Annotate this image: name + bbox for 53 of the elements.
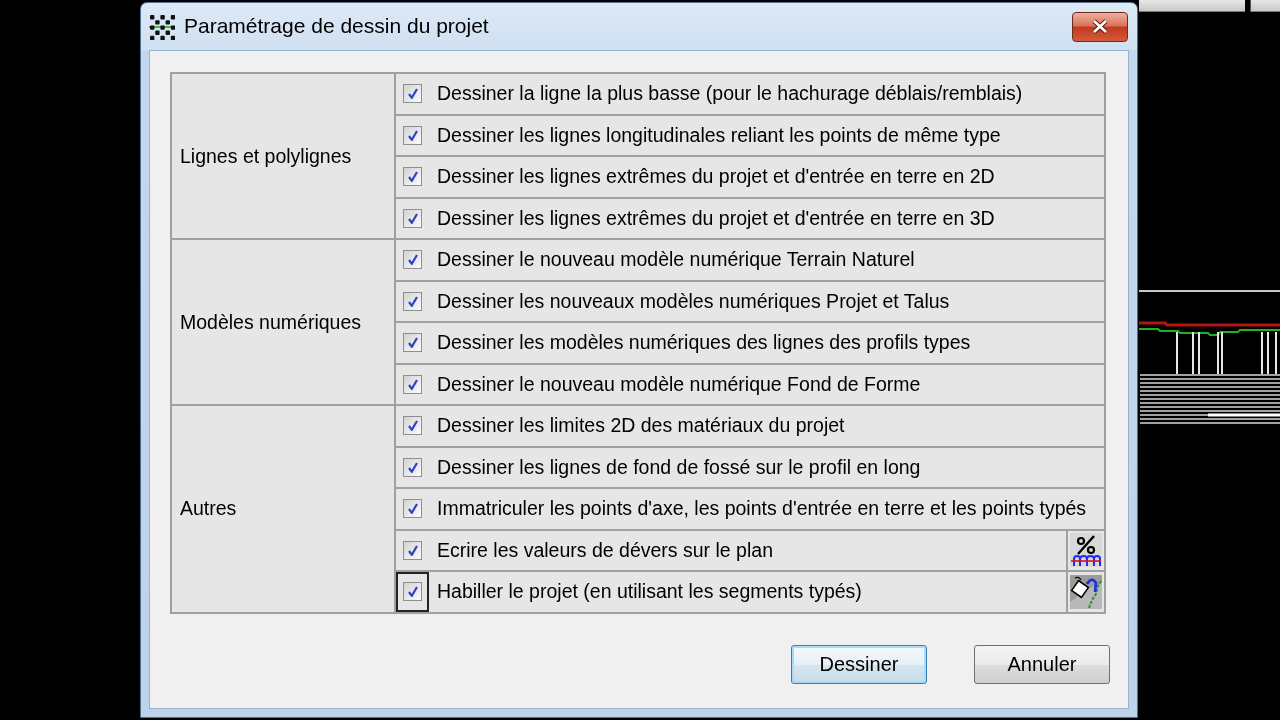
checkbox[interactable] <box>403 208 422 228</box>
checkbox[interactable] <box>403 125 422 145</box>
group-label: Lignes et polylignes <box>180 144 352 168</box>
dialog-button[interactable]: Dessiner <box>791 644 927 684</box>
option-label: Dessiner les lignes de fond de fossé sur le profil en long <box>437 455 921 479</box>
percent-icon <box>1070 533 1102 568</box>
check-icon <box>407 337 418 349</box>
check-icon <box>407 420 418 432</box>
checkbox[interactable] <box>403 582 422 602</box>
check-icon <box>407 88 418 100</box>
option-label: Immatriculer les points d'axe, les points d'entrée en terre et les points typés <box>437 497 1087 521</box>
checkbox[interactable] <box>403 457 422 477</box>
option-label: Dessiner les lignes extrêmes du projet et d'entrée en terre en 3D <box>437 206 995 230</box>
checkbox[interactable] <box>403 333 422 353</box>
checkbox[interactable] <box>403 540 422 560</box>
window-title: Paramétrage de dessin du projet <box>184 13 489 38</box>
option-label: Dessiner les nouveaux modèles numériques Projet et Talus <box>437 289 950 313</box>
checkbox[interactable] <box>403 291 422 311</box>
paint-bucket-icon <box>1070 574 1102 609</box>
check-icon <box>407 171 418 183</box>
check-icon <box>407 378 418 390</box>
tool-button[interactable] <box>1070 533 1102 568</box>
checkbox[interactable] <box>403 84 422 104</box>
option-label: Dessiner le nouveau modèle numérique Fond de Forme <box>437 372 921 396</box>
dialog-button[interactable]: Annuler <box>974 644 1110 684</box>
checkbox[interactable] <box>403 250 422 270</box>
checkbox[interactable] <box>403 167 422 187</box>
check-icon <box>407 586 418 598</box>
check-icon <box>407 503 418 515</box>
checkbox[interactable] <box>403 416 422 436</box>
option-label: Dessiner la ligne la plus basse (pour le hachurage déblais/remblais) <box>437 82 1023 106</box>
close-button[interactable] <box>1072 11 1128 42</box>
dot-grid-icon <box>149 13 175 40</box>
check-icon <box>407 254 418 266</box>
checkbox[interactable] <box>403 374 422 394</box>
check-icon <box>407 295 418 307</box>
option-label: Dessiner les modèles numériques des lignes des profils types <box>437 331 971 355</box>
group-label: Modèles numériques <box>180 310 361 334</box>
option-label: Ecrire les valeurs de dévers sur le plan <box>437 538 773 562</box>
close-icon <box>1091 19 1109 34</box>
check-icon <box>407 544 418 556</box>
check-icon <box>407 129 418 141</box>
option-label: Dessiner les limites 2D des matériaux du projet <box>437 414 845 438</box>
option-label: Dessiner le nouveau modèle numérique Terrain Naturel <box>437 248 915 272</box>
checkbox[interactable] <box>403 499 422 519</box>
option-label: Dessiner les lignes longitudinales reliant les points de même type <box>437 123 1001 147</box>
option-label: Habiller le projet (en utilisant les segments typés) <box>437 580 862 604</box>
tool-button[interactable] <box>1070 574 1102 609</box>
window-edge <box>1250 0 1280 12</box>
option-label: Dessiner les lignes extrêmes du projet et d'entrée en terre en 2D <box>437 165 995 189</box>
group-label: Autres <box>180 497 237 521</box>
check-icon <box>407 461 418 473</box>
check-icon <box>407 212 418 224</box>
